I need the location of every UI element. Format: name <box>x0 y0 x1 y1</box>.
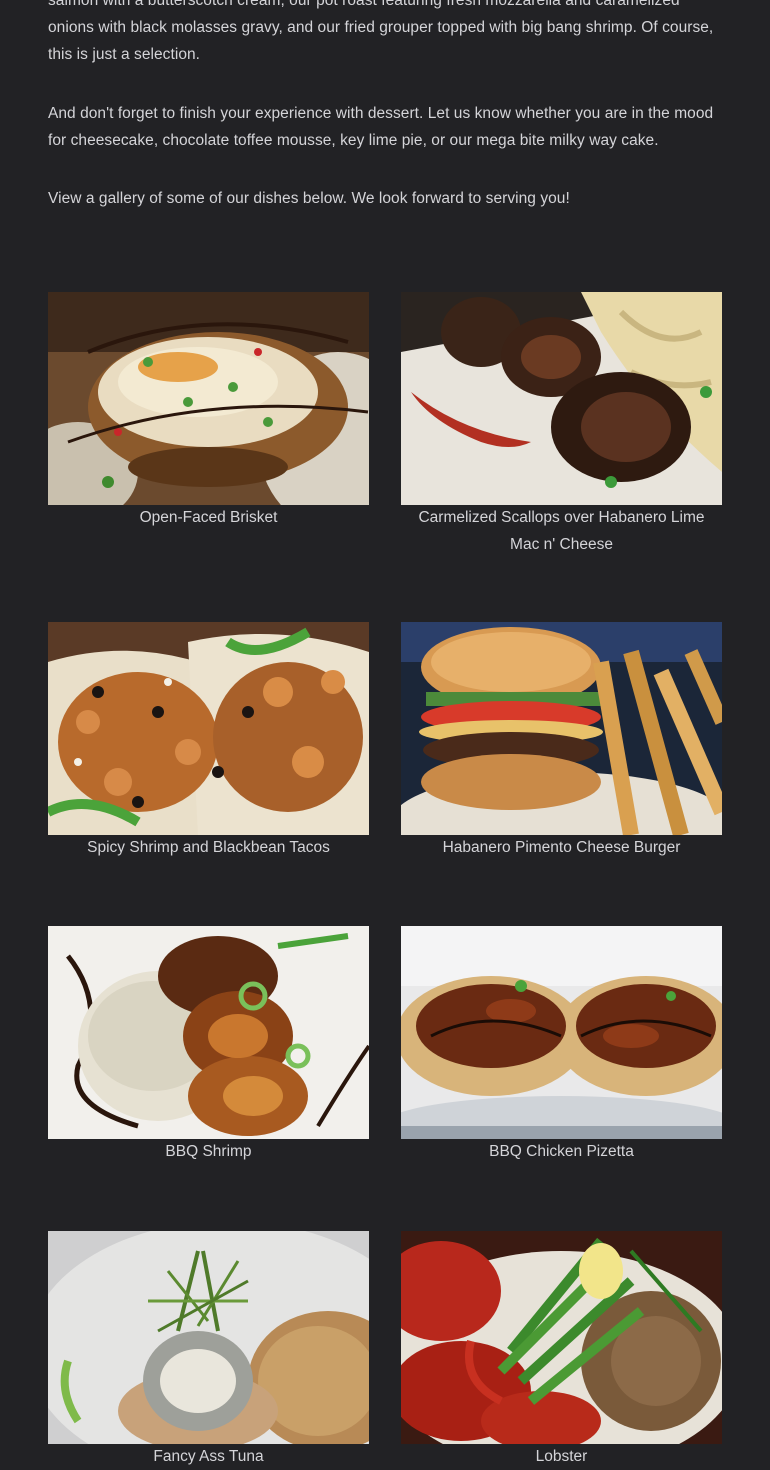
tuna-photo[interactable] <box>48 1231 369 1444</box>
gallery-caption: Open-Faced Brisket <box>139 509 278 526</box>
pizetta-photo[interactable] <box>401 926 722 1139</box>
bbq-shrimp-photo[interactable] <box>48 926 369 1139</box>
gallery-item-tuna[interactable]: Fancy Ass Tuna <box>48 1231 369 1470</box>
gallery-caption: Spicy Shrimp and Blackbean Tacos <box>87 839 330 856</box>
gallery-caption: Habanero Pimento Cheese Burger <box>442 839 681 856</box>
gallery-item-tacos[interactable]: Spicy Shrimp and Blackbean Tacos <box>48 622 369 861</box>
dessert-paragraph: And don't forget to finish your experien… <box>48 105 714 149</box>
gallery-caption: BBQ Shrimp <box>165 1143 252 1160</box>
gallery-caption: BBQ Chicken Pizetta <box>489 1143 634 1160</box>
intro-paragraph: salmon with a butterscotch cream, our po… <box>48 0 714 63</box>
burger-photo[interactable] <box>401 622 722 835</box>
lobster-photo[interactable] <box>401 1231 722 1444</box>
scallops-photo[interactable] <box>401 292 722 505</box>
brisket-photo[interactable] <box>48 292 369 505</box>
gallery-caption: Carmelized Scallops over Habanero Lime M… <box>418 509 705 553</box>
gallery-caption: Fancy Ass Tuna <box>153 1448 264 1465</box>
gallery-item-scallops[interactable]: Carmelized Scallops over Habanero Lime M… <box>401 292 722 558</box>
tacos-photo[interactable] <box>48 622 369 835</box>
gallery-item-burger[interactable]: Habanero Pimento Cheese Burger <box>401 622 722 861</box>
gallery-item-brisket[interactable]: Open-Faced Brisket <box>48 292 369 531</box>
gallery-intro-paragraph: View a gallery of some of our dishes bel… <box>48 190 570 207</box>
gallery-item-lobster[interactable]: Lobster <box>401 1231 722 1470</box>
gallery-item-pizetta[interactable]: BBQ Chicken Pizetta <box>401 926 722 1165</box>
gallery-caption: Lobster <box>535 1448 588 1465</box>
gallery-item-bbq-shrimp[interactable]: BBQ Shrimp <box>48 926 369 1165</box>
